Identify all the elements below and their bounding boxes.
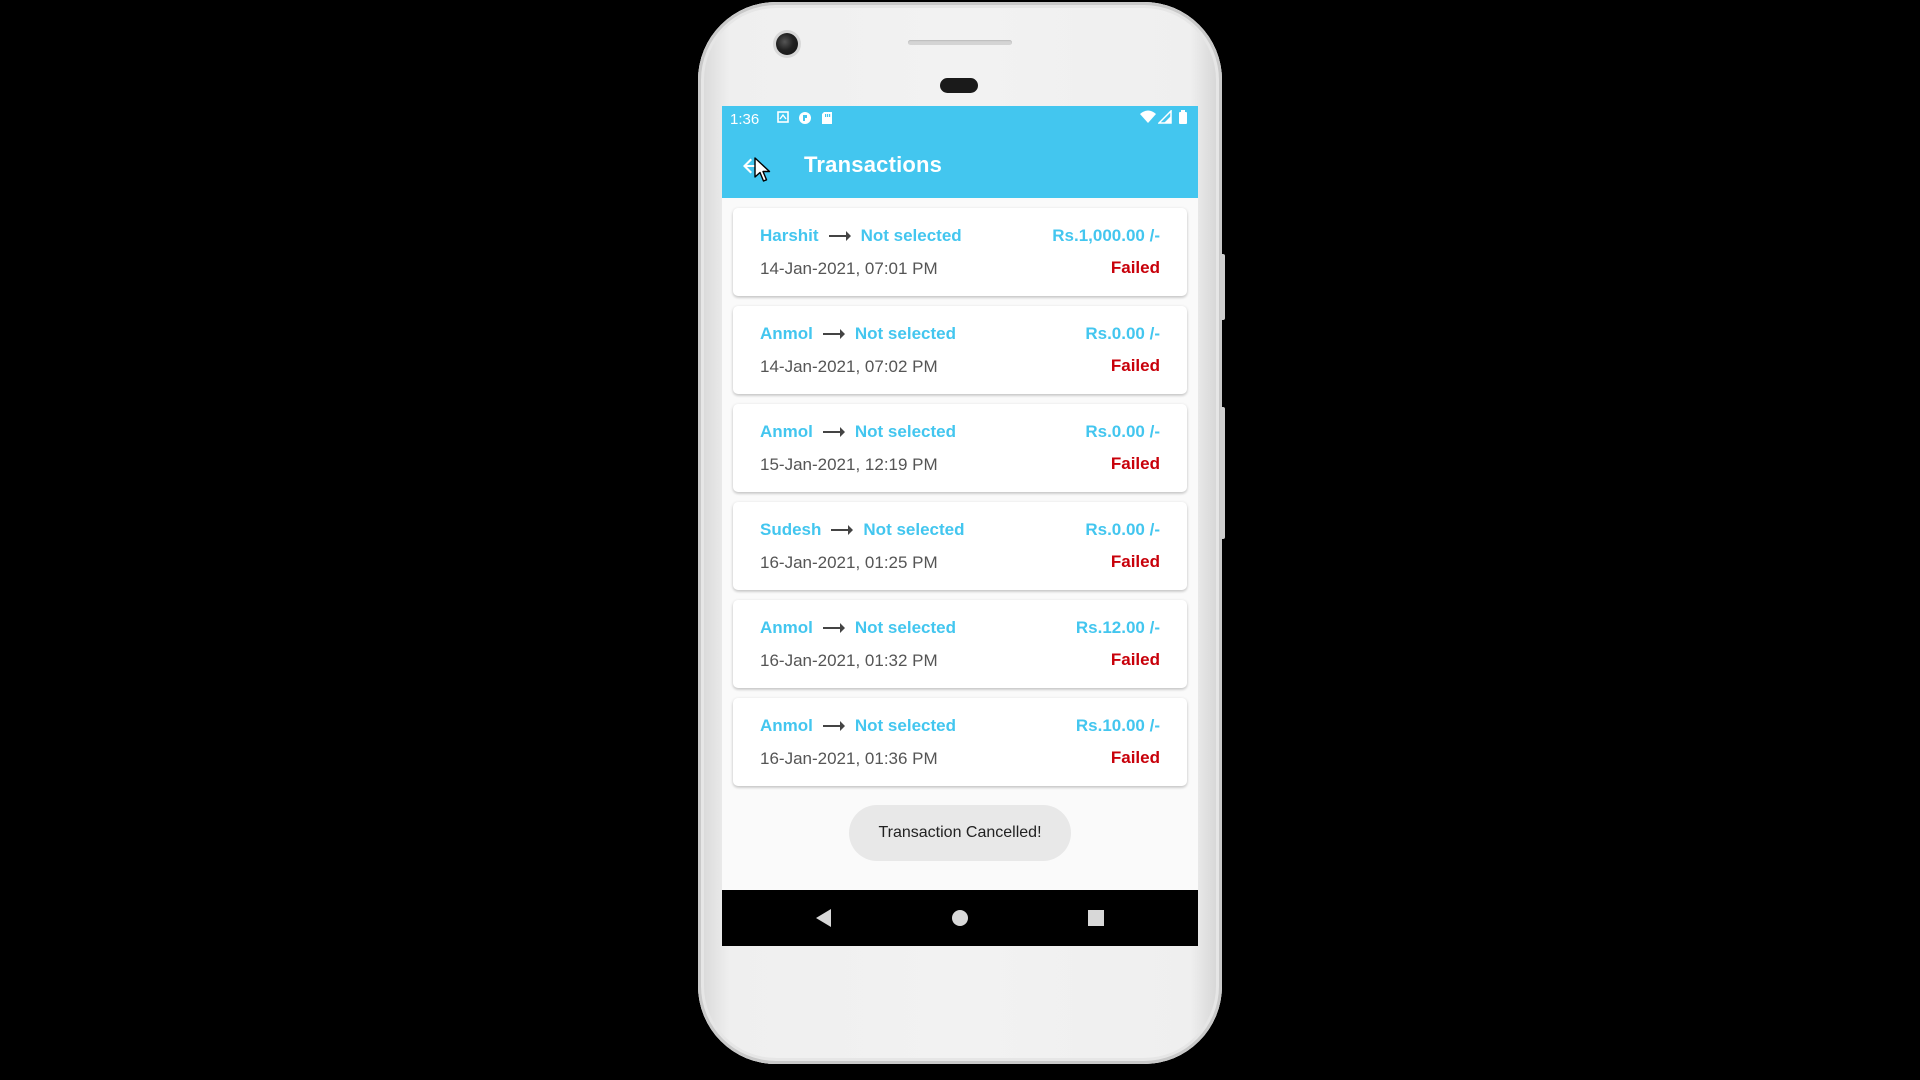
transaction-status: Failed xyxy=(1110,258,1160,277)
receiver-name: Not selected xyxy=(854,716,956,735)
cell-signal-icon xyxy=(1157,109,1172,124)
notification-icon xyxy=(776,111,790,125)
sender-name: Anmol xyxy=(760,716,813,735)
transaction-date: 14-Jan-2021, 07:02 PM xyxy=(760,357,938,376)
sender-name: Anmol xyxy=(760,618,813,637)
transaction-card[interactable]: Sudesh Not selected Rs.0.00 /- 16-Jan-20… xyxy=(733,502,1187,590)
nav-home-button[interactable] xyxy=(944,902,976,934)
page-title: Transactions xyxy=(804,152,943,177)
front-camera xyxy=(776,33,798,55)
transaction-date: 16-Jan-2021, 01:32 PM xyxy=(760,651,938,670)
transaction-status: Failed xyxy=(1110,356,1160,375)
status-time: 1:36 xyxy=(730,111,760,128)
right-arrow-icon xyxy=(822,623,845,633)
stage: 1:36 Transactions Harshit Not selected R… xyxy=(0,0,1920,1080)
transaction-amount: Rs.0.00 /- xyxy=(1085,324,1160,343)
app-bar: Transactions xyxy=(722,134,1198,198)
power-button xyxy=(1220,407,1225,539)
phone-screen: 1:36 Transactions Harshit Not selected R… xyxy=(722,106,1198,946)
transaction-amount: Rs.0.00 /- xyxy=(1085,520,1160,539)
earpiece-speaker xyxy=(908,40,1012,45)
transaction-amount: Rs.12.00 /- xyxy=(1075,618,1160,637)
transaction-parties: Anmol Not selected xyxy=(760,324,956,344)
transaction-card[interactable]: Anmol Not selected Rs.12.00 /- 16-Jan-20… xyxy=(733,600,1187,688)
sync-icon xyxy=(798,111,812,125)
wifi-icon xyxy=(1140,110,1156,124)
transaction-date: 15-Jan-2021, 12:19 PM xyxy=(760,455,938,474)
transaction-date: 16-Jan-2021, 01:25 PM xyxy=(760,553,938,572)
transaction-amount: Rs.10.00 /- xyxy=(1075,716,1160,735)
toast-message: Transaction Cancelled! xyxy=(849,805,1071,861)
status-bar: 1:36 xyxy=(722,106,1198,134)
system-nav-bar xyxy=(722,890,1198,946)
receiver-name: Not selected xyxy=(854,324,956,343)
transaction-amount: Rs.1,000.00 /- xyxy=(1052,226,1160,245)
receiver-name: Not selected xyxy=(860,226,962,245)
sender-name: Harshit xyxy=(760,226,819,245)
nav-back-button[interactable] xyxy=(808,902,840,934)
sd-card-icon xyxy=(820,111,834,125)
transaction-parties: Sudesh Not selected xyxy=(760,520,965,540)
sender-name: Anmol xyxy=(760,422,813,441)
nav-home-icon xyxy=(952,910,968,926)
volume-button xyxy=(1220,254,1225,320)
receiver-name: Not selected xyxy=(854,618,956,637)
sender-name: Anmol xyxy=(760,324,813,343)
battery-icon xyxy=(1176,110,1190,124)
transaction-card[interactable]: Anmol Not selected Rs.10.00 /- 16-Jan-20… xyxy=(733,698,1187,786)
nav-recents-button[interactable] xyxy=(1080,902,1112,934)
transaction-status: Failed xyxy=(1110,748,1160,767)
transaction-parties: Harshit Not selected xyxy=(760,226,962,246)
transaction-amount: Rs.0.00 /- xyxy=(1085,422,1160,441)
right-arrow-icon xyxy=(828,231,851,241)
transaction-status: Failed xyxy=(1110,454,1160,473)
transaction-status: Failed xyxy=(1110,650,1160,669)
nav-recents-icon xyxy=(1088,910,1104,926)
receiver-name: Not selected xyxy=(854,422,956,441)
proximity-sensor xyxy=(940,78,978,93)
transaction-status: Failed xyxy=(1110,552,1160,571)
mouse-cursor-icon xyxy=(754,157,771,182)
sender-name: Sudesh xyxy=(760,520,822,539)
transaction-list: Harshit Not selected Rs.1,000.00 /- 14-J… xyxy=(733,208,1187,796)
right-arrow-icon xyxy=(822,427,845,437)
transaction-date: 14-Jan-2021, 07:01 PM xyxy=(760,259,938,278)
toast-text: Transaction Cancelled! xyxy=(878,824,1042,841)
transaction-parties: Anmol Not selected xyxy=(760,618,956,638)
transaction-card[interactable]: Anmol Not selected Rs.0.00 /- 15-Jan-202… xyxy=(733,404,1187,492)
transaction-card[interactable]: Harshit Not selected Rs.1,000.00 /- 14-J… xyxy=(733,208,1187,296)
right-arrow-icon xyxy=(831,525,854,535)
right-arrow-icon xyxy=(822,721,845,731)
nav-back-icon xyxy=(816,909,831,927)
transaction-card[interactable]: Anmol Not selected Rs.0.00 /- 14-Jan-202… xyxy=(733,306,1187,394)
transaction-date: 16-Jan-2021, 01:36 PM xyxy=(760,749,938,768)
right-arrow-icon xyxy=(822,329,845,339)
receiver-name: Not selected xyxy=(863,520,965,539)
transaction-parties: Anmol Not selected xyxy=(760,716,956,736)
status-icons-right xyxy=(1140,109,1190,124)
status-icons-left xyxy=(776,111,834,125)
transaction-parties: Anmol Not selected xyxy=(760,422,956,442)
